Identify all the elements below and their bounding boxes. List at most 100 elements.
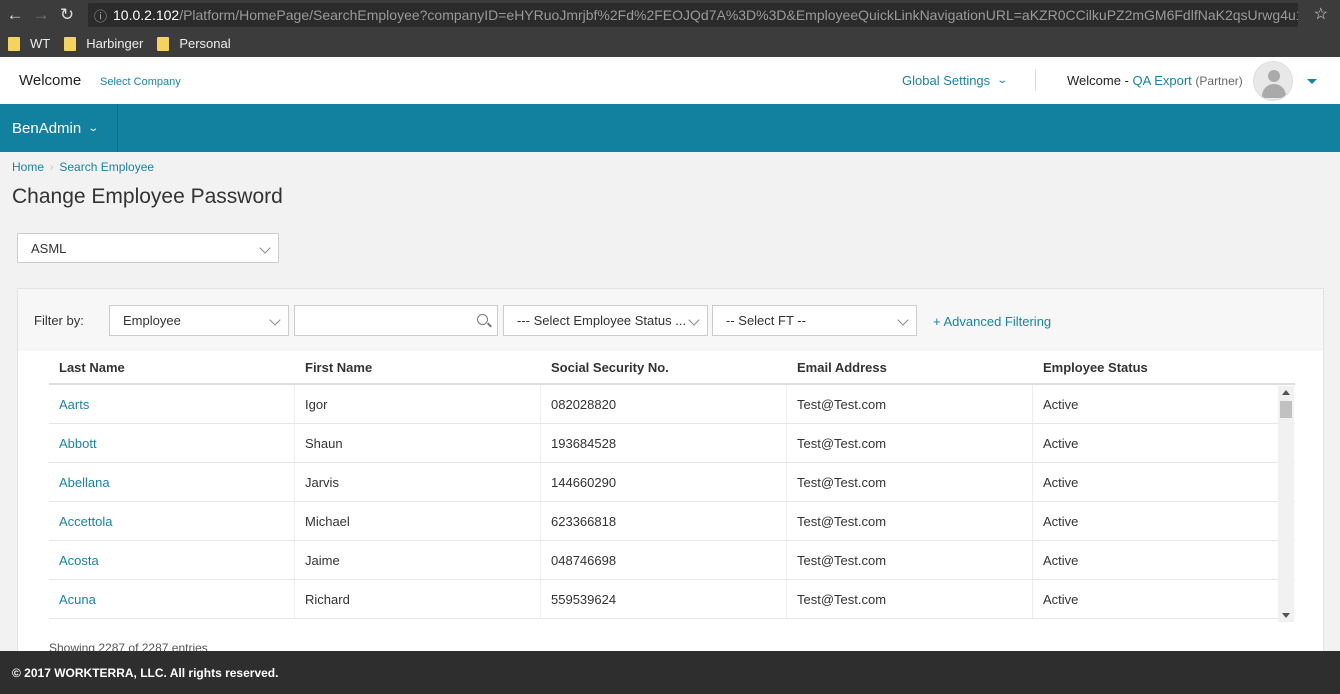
cell-email: Test@Test.com xyxy=(787,463,1033,501)
cell-status: Active xyxy=(1043,513,1079,529)
table-header: Last Name First Name Social Security No.… xyxy=(49,351,1295,385)
table-row[interactable]: Acuna Richard 559539624 Test@Test.com Active xyxy=(49,580,1295,619)
table-body: Aarts Igor 082028820 Test@Test.com Active Abb… xyxy=(49,385,1295,619)
global-settings-menu[interactable]: Global Settings ⌄ xyxy=(902,73,1009,88)
cell-status: Active xyxy=(1043,591,1079,607)
employee-search-card: Filter by: Employee --- Select Employee … xyxy=(17,288,1324,668)
page-title: Change Employee Password xyxy=(12,185,283,208)
cell-last-name[interactable]: Accettola xyxy=(49,502,295,540)
column-header-ssn[interactable]: Social Security No. xyxy=(541,351,787,383)
cell-status: Active xyxy=(1043,552,1079,568)
copyright-text: © 2017 WORKTERRA, LLC. All rights reserv… xyxy=(12,665,279,680)
module-menu[interactable]: BenAdmin ⌄ xyxy=(0,104,118,152)
table-row[interactable]: Abellana Jarvis 144660290 Test@Test.com Acti… xyxy=(49,463,1295,502)
cell-first-name: Jarvis xyxy=(295,463,541,501)
cell-last-name[interactable]: Acuna xyxy=(49,580,295,618)
column-header-status[interactable]: Employee Status xyxy=(1033,351,1279,383)
forward-arrow-icon[interactable]: → xyxy=(30,4,52,26)
cell-status: Active xyxy=(1043,396,1079,412)
scroll-down-icon[interactable] xyxy=(1282,613,1290,618)
cell-email: Test@Test.com xyxy=(787,541,1033,579)
folder-icon xyxy=(8,36,20,51)
info-icon[interactable]: ⓘ xyxy=(94,6,107,25)
ft-select[interactable]: -- Select FT -- xyxy=(712,305,917,336)
company-select-value: ASML xyxy=(31,240,67,256)
module-label: BenAdmin xyxy=(12,119,82,137)
user-icon xyxy=(1268,70,1280,82)
cell-ssn: 144660290 xyxy=(541,463,787,501)
cell-first-name: Shaun xyxy=(295,424,541,462)
bookmark-label: WT xyxy=(30,36,51,51)
table-row[interactable]: Accettola Michael 623366818 Test@Test.com Ac… xyxy=(49,502,1295,541)
search-icon[interactable] xyxy=(477,314,488,325)
bookmark-label: Harbinger xyxy=(86,36,144,51)
welcome-user-label: Welcome - xyxy=(1067,73,1129,88)
table-row[interactable]: Abbott Shaun 193684528 Test@Test.com Active xyxy=(49,424,1295,463)
cell-email: Test@Test.com xyxy=(787,502,1033,540)
table-row[interactable]: Aarts Igor 082028820 Test@Test.com Active xyxy=(49,385,1295,424)
filter-by-value: Employee xyxy=(123,313,181,328)
filter-by-select[interactable]: Employee xyxy=(109,305,289,336)
chevron-down-icon: ⌄ xyxy=(996,75,1009,86)
back-arrow-icon[interactable]: ← xyxy=(4,4,26,26)
breadcrumb-home[interactable]: Home xyxy=(12,160,44,174)
bookmark-label: Personal xyxy=(179,36,231,51)
filter-label: Filter by: xyxy=(34,313,84,328)
breadcrumb: Home › Search Employee xyxy=(12,160,154,174)
search-input[interactable] xyxy=(295,306,465,335)
column-header-last-name[interactable]: Last Name xyxy=(49,351,295,383)
bookmark-wt[interactable]: WT xyxy=(8,36,50,51)
cell-status: Active xyxy=(1043,474,1079,490)
employee-status-select[interactable]: --- Select Employee Status ... xyxy=(503,305,708,336)
browser-toolbar: ← → ↻ ⓘ 10.0.2.102/Platform/HomePage/Sea… xyxy=(0,0,1340,30)
bookmark-harbinger[interactable]: Harbinger xyxy=(64,36,143,51)
table-scrollbar[interactable] xyxy=(1278,386,1294,622)
column-header-email[interactable]: Email Address xyxy=(787,351,1033,383)
bookmark-star-icon[interactable]: ☆ xyxy=(1314,4,1328,24)
chevron-down-icon xyxy=(688,314,700,326)
table-row[interactable]: Acosta Jaime 048746698 Test@Test.com Active xyxy=(49,541,1295,580)
url-host: 10.0.2.102 xyxy=(113,7,180,23)
employee-status-value: --- Select Employee Status ... xyxy=(517,313,687,328)
employee-table: Last Name First Name Social Security No.… xyxy=(49,351,1295,619)
cell-status: Active xyxy=(1043,435,1079,451)
address-bar[interactable]: ⓘ 10.0.2.102/Platform/HomePage/SearchEmp… xyxy=(88,3,1298,27)
user-role: (Partner) xyxy=(1195,74,1243,88)
user-name-link[interactable]: QA Export xyxy=(1133,73,1192,88)
chevron-down-icon xyxy=(259,242,271,254)
url-path: /Platform/HomePage/SearchEmployee?compan… xyxy=(179,7,1298,23)
avatar[interactable] xyxy=(1253,61,1293,101)
cell-first-name: Igor xyxy=(295,385,541,423)
cell-last-name[interactable]: Aarts xyxy=(49,385,295,423)
select-company-link[interactable]: Select Company xyxy=(100,76,181,88)
footer: © 2017 WORKTERRA, LLC. All rights reserv… xyxy=(0,651,1340,694)
user-greeting: Welcome - QA Export (Partner) xyxy=(1067,73,1243,88)
welcome-text: Welcome xyxy=(19,72,82,89)
global-settings-label: Global Settings xyxy=(902,73,991,88)
cell-first-name: Richard xyxy=(295,580,541,618)
search-field[interactable] xyxy=(294,305,498,336)
cell-last-name[interactable]: Acosta xyxy=(49,541,295,579)
folder-icon xyxy=(157,36,170,51)
advanced-filtering-link[interactable]: + Advanced Filtering xyxy=(933,314,1051,329)
caret-down-icon[interactable] xyxy=(1307,79,1317,84)
filter-bar: Filter by: Employee --- Select Employee … xyxy=(18,289,1323,351)
column-header-first-name[interactable]: First Name xyxy=(295,351,541,383)
scroll-thumb[interactable] xyxy=(1280,401,1292,418)
company-select[interactable]: ASML xyxy=(17,233,279,263)
cell-ssn: 048746698 xyxy=(541,541,787,579)
cell-last-name[interactable]: Abbott xyxy=(49,424,295,462)
reload-icon[interactable]: ↻ xyxy=(56,4,78,26)
cell-ssn: 193684528 xyxy=(541,424,787,462)
breadcrumb-current[interactable]: Search Employee xyxy=(59,160,154,174)
ft-select-value: -- Select FT -- xyxy=(726,313,806,328)
app-header: Welcome Select Company Global Settings ⌄… xyxy=(0,57,1340,104)
cell-ssn: 082028820 xyxy=(541,385,787,423)
scroll-up-icon[interactable] xyxy=(1282,390,1290,395)
cell-last-name[interactable]: Abellana xyxy=(49,463,295,501)
bookmark-personal[interactable]: Personal xyxy=(157,36,231,51)
cell-ssn: 559539624 xyxy=(541,580,787,618)
folder-icon xyxy=(64,36,77,51)
cell-email: Test@Test.com xyxy=(787,580,1033,618)
chevron-right-icon: › xyxy=(50,161,54,173)
